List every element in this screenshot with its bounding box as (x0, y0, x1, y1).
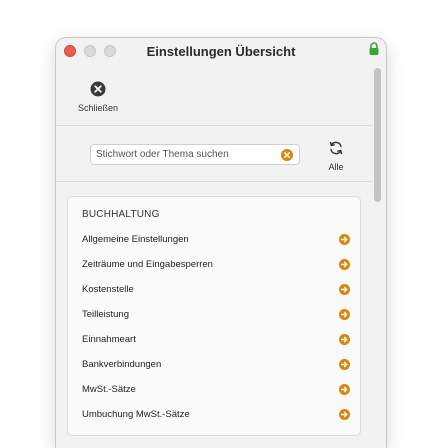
arrow-right-circle-icon[interactable] (339, 284, 350, 295)
settings-item-label: Zeiträume und Eingabesperren (82, 259, 213, 270)
close-button[interactable]: Schließen (70, 78, 126, 118)
show-all-label: Alle (328, 162, 344, 172)
refresh-icon (329, 141, 343, 155)
show-all-button[interactable]: Alle (320, 138, 352, 178)
settings-item-umbuchung-mwst-saetze[interactable]: Umbuchung MwSt.-Sätze (68, 402, 360, 427)
title-bar: Einstellungen Übersicht (56, 38, 386, 64)
settings-window: Einstellungen Übersicht Schließen Alle (56, 38, 386, 448)
x-circle-icon (90, 81, 106, 97)
settings-item-label: Bankverbindungen (82, 359, 162, 370)
toolbar-divider (56, 125, 372, 126)
settings-item-label: Einnahmeart (82, 334, 136, 345)
settings-item-label: Kostenstelle (82, 284, 134, 295)
arrow-right-circle-icon[interactable] (339, 409, 350, 420)
settings-item-einnahmeart[interactable]: Einnahmeart (68, 327, 360, 352)
vertical-scrollbar[interactable] (372, 66, 384, 448)
arrow-right-circle-icon[interactable] (339, 259, 350, 270)
arrow-right-circle-icon[interactable] (339, 359, 350, 370)
close-button-label: Schließen (77, 103, 119, 113)
clear-icon[interactable] (281, 149, 293, 161)
settings-item-label: Teilleistung (82, 309, 129, 320)
settings-item-teilleistung[interactable]: Teilleistung (68, 302, 360, 327)
arrow-right-circle-icon[interactable] (339, 234, 350, 245)
arrow-right-circle-icon[interactable] (339, 309, 350, 320)
window-title: Einstellungen Übersicht (146, 44, 296, 59)
search-divider (56, 181, 372, 182)
settings-item-label: Allgemeine Einstellungen (82, 234, 189, 245)
settings-item-allgemeine-einstellungen[interactable]: Allgemeine Einstellungen (68, 227, 360, 252)
settings-item-label: MwSt.-Sätze (82, 384, 136, 395)
settings-section-panel: BUCHHALTUNG Allgemeine Einstellungen Zei… (67, 196, 361, 436)
settings-item-bankverbindungen[interactable]: Bankverbindungen (68, 352, 360, 377)
scrollbar-thumb[interactable] (374, 68, 381, 202)
settings-item-mwst-saetze[interactable]: MwSt.-Sätze (68, 377, 360, 402)
settings-list: Allgemeine Einstellungen Zeiträume und E… (68, 227, 360, 427)
section-title: BUCHHALTUNG (82, 209, 160, 220)
settings-item-kostenstelle[interactable]: Kostenstelle (68, 277, 360, 302)
settings-item-label: Umbuchung MwSt.-Sätze (82, 409, 190, 420)
arrow-right-circle-icon[interactable] (339, 384, 350, 395)
arrow-right-circle-icon[interactable] (339, 334, 350, 345)
lock-icon (369, 42, 379, 55)
settings-item-zeitraeume[interactable]: Zeiträume und Eingabesperren (68, 252, 360, 277)
search-field[interactable] (90, 144, 300, 165)
search-input[interactable] (96, 147, 276, 162)
